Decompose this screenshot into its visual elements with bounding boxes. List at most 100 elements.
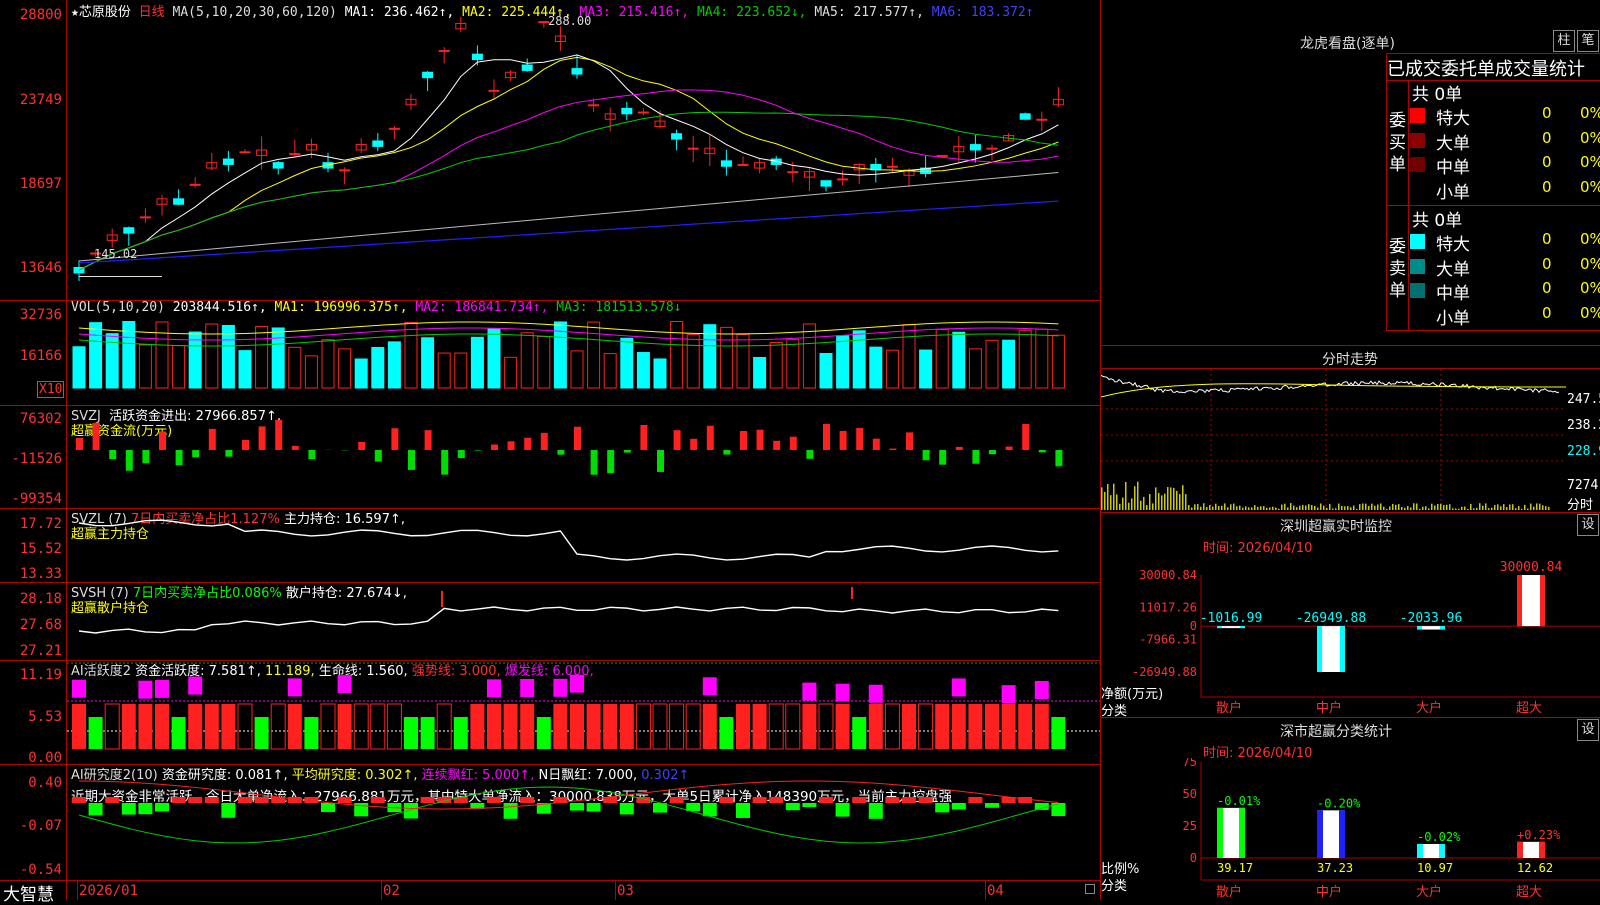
szmon-settings-button[interactable]: 设 bbox=[1577, 514, 1599, 536]
intraday-vol bbox=[1449, 504, 1451, 510]
volume-bar bbox=[837, 336, 849, 388]
volume-bar bbox=[422, 338, 434, 388]
flow-bar bbox=[956, 447, 963, 450]
intraday-vol bbox=[1533, 507, 1535, 510]
activity-bar bbox=[304, 717, 318, 749]
activity-bar bbox=[1035, 704, 1049, 749]
flow-bar bbox=[209, 429, 216, 450]
candle bbox=[970, 145, 980, 150]
intraday-vol bbox=[1290, 503, 1292, 510]
research-bar bbox=[105, 797, 119, 803]
app-logo[interactable]: 大智慧 bbox=[3, 880, 54, 905]
class-bar-edge bbox=[1317, 810, 1323, 858]
szclass-title: 深市超赢分类统计 bbox=[1280, 721, 1392, 741]
order-row-sell: 小单00% bbox=[1410, 304, 1600, 328]
candle bbox=[589, 105, 599, 106]
class-change: -0.01% bbox=[1217, 794, 1261, 808]
column-view-button[interactable]: 柱 bbox=[1553, 30, 1575, 52]
ai2-tick: -0.07 bbox=[0, 818, 62, 834]
intraday-vol bbox=[1140, 501, 1142, 510]
intraday-vol bbox=[1434, 506, 1436, 510]
flow-bar bbox=[292, 446, 299, 450]
intraday-vol bbox=[1413, 503, 1415, 510]
color-swatch bbox=[1410, 133, 1425, 148]
buy-orders-label: 委买单 bbox=[1389, 110, 1407, 176]
category-label: 中户 bbox=[1316, 700, 1342, 716]
flow-bar bbox=[939, 450, 946, 465]
intraday-vol bbox=[1305, 506, 1307, 510]
price-tick: 28800 bbox=[0, 7, 62, 23]
svsh-line bbox=[67, 583, 1100, 660]
activity-bar-top bbox=[487, 679, 501, 697]
flow-bar bbox=[275, 420, 282, 450]
intraday-vol bbox=[1167, 487, 1169, 510]
research-bar bbox=[504, 803, 518, 819]
activity-bar-top bbox=[288, 678, 302, 696]
intraday-chart[interactable] bbox=[1101, 369, 1566, 510]
color-swatch bbox=[1410, 308, 1425, 323]
candle bbox=[887, 166, 897, 167]
intraday-vol bbox=[1341, 506, 1343, 510]
time-tick bbox=[77, 880, 78, 900]
activity-bar bbox=[504, 704, 518, 749]
flow-bar bbox=[972, 450, 979, 464]
candle bbox=[340, 170, 350, 171]
color-swatch bbox=[1410, 283, 1425, 298]
intraday-vol bbox=[1101, 487, 1103, 510]
order-count: 0 bbox=[1542, 279, 1552, 297]
szmon-tick: 30000.84 bbox=[1139, 568, 1197, 582]
intraday-vol bbox=[1269, 507, 1271, 510]
intraday-vol bbox=[1134, 486, 1136, 510]
candle bbox=[672, 134, 682, 139]
flow-bar bbox=[1039, 450, 1046, 452]
flow-bar bbox=[1022, 424, 1029, 450]
activity-bar bbox=[587, 704, 601, 749]
intraday-vol bbox=[1473, 508, 1475, 510]
activity-bar-top bbox=[802, 683, 816, 701]
intraday-vol bbox=[1332, 509, 1334, 510]
line-view-button[interactable]: 笔 bbox=[1577, 30, 1599, 52]
flow-bar bbox=[142, 450, 149, 463]
tab-volume-stats[interactable]: 成交量统计 bbox=[1495, 55, 1585, 81]
ai-research-bars bbox=[67, 765, 1100, 880]
intraday-vol bbox=[1431, 504, 1433, 510]
intraday-vol bbox=[1515, 508, 1517, 510]
flow-bar bbox=[358, 442, 365, 450]
intraday-vol bbox=[1224, 503, 1226, 510]
class-value: 37.23 bbox=[1317, 861, 1353, 875]
intraday-vol bbox=[1119, 504, 1121, 510]
activity-bar bbox=[952, 704, 966, 749]
szclass-settings-button[interactable]: 设 bbox=[1577, 719, 1599, 741]
research-bar bbox=[836, 803, 850, 817]
volume-bar bbox=[671, 321, 683, 388]
order-row-buy: 特大00% bbox=[1410, 104, 1600, 128]
sell-total: 共 0单 bbox=[1412, 206, 1462, 231]
order-size-name: 小单 bbox=[1436, 178, 1470, 203]
flow-bar bbox=[889, 449, 896, 450]
candlestick-chart[interactable] bbox=[67, 16, 1100, 300]
tab-traded[interactable]: 已成交 bbox=[1387, 55, 1441, 81]
activity-bar bbox=[205, 704, 219, 749]
szclass-bar-chart: 7550250-0.01%39.17散户-0.20%37.23中户-0.02%1… bbox=[1101, 758, 1600, 900]
activity-bar-top bbox=[138, 681, 152, 699]
category-label: 大户 bbox=[1416, 700, 1442, 716]
flow-bar bbox=[176, 450, 183, 465]
research-bar bbox=[155, 803, 169, 811]
lock-icon[interactable] bbox=[1085, 884, 1095, 894]
research-bar bbox=[919, 797, 933, 803]
flow-bar bbox=[624, 450, 631, 453]
candle bbox=[738, 164, 748, 165]
activity-bar bbox=[769, 704, 783, 749]
intraday-vol bbox=[1503, 504, 1505, 510]
intraday-vol bbox=[1506, 507, 1508, 510]
volume-bar bbox=[604, 354, 616, 388]
intraday-vol bbox=[1278, 509, 1280, 510]
flow-bar bbox=[491, 445, 498, 450]
activity-bar bbox=[703, 704, 717, 749]
research-bar bbox=[570, 803, 584, 811]
research-bar bbox=[703, 803, 717, 816]
tab-orders[interactable]: 委托单 bbox=[1441, 55, 1495, 81]
volume-bar bbox=[1003, 340, 1015, 388]
research-bar bbox=[869, 803, 883, 819]
intraday-vol bbox=[1470, 504, 1472, 510]
